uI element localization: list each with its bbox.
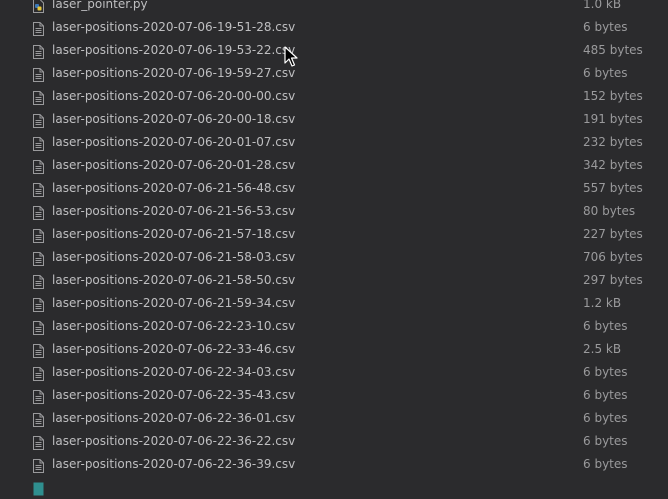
file-size: 232 bytes	[583, 135, 643, 149]
file-size: 6 bytes	[583, 319, 628, 333]
file-row[interactable]: laser-positions-2020-07-06-22-23-10.csv 6…	[0, 315, 668, 338]
file-size: 706 bytes	[583, 250, 643, 264]
document-icon	[33, 275, 44, 289]
file-row[interactable]: laser-positions-2020-07-06-19-53-22.csv 4…	[0, 39, 668, 62]
file-row[interactable]: laser-positions-2020-07-06-19-59-27.csv 6…	[0, 62, 668, 85]
file-name: laser_pointer.py	[52, 0, 148, 11]
file-size: 342 bytes	[583, 158, 643, 172]
python-file-icon	[33, 0, 44, 13]
file-name: laser-positions-2020-07-06-21-58-50.csv	[52, 273, 296, 287]
file-row[interactable]: laser-positions-2020-07-06-21-59-34.csv 1…	[0, 292, 668, 315]
file-name: laser-positions-2020-07-06-21-56-53.csv	[52, 204, 296, 218]
file-row[interactable]: laser-positions-2020-07-06-22-36-39.csv 6…	[0, 453, 668, 476]
file-size: 6 bytes	[583, 411, 628, 425]
file-row[interactable]: laser-positions-2020-07-06-22-33-46.csv 2…	[0, 338, 668, 361]
file-name: laser-positions-2020-07-06-21-58-03.csv	[52, 250, 296, 264]
mouse-pointer-icon	[284, 46, 298, 68]
file-name: laser-positions-2020-07-06-19-51-28.csv	[52, 20, 296, 34]
file-row[interactable]: laser-positions-2020-07-06-19-51-28.csv 6…	[0, 16, 668, 39]
file-name: laser-positions-2020-07-06-22-33-46.csv	[52, 342, 296, 356]
file-name: laser-positions-2020-07-06-22-34-03.csv	[52, 365, 296, 379]
file-size: 2.5 kB	[583, 342, 622, 356]
file-size: 1.0 kB	[583, 0, 622, 11]
file-row[interactable]	[0, 476, 668, 499]
document-icon	[33, 160, 44, 174]
document-icon	[33, 68, 44, 82]
file-row[interactable]: laser-positions-2020-07-06-20-00-18.csv 1…	[0, 108, 668, 131]
document-icon	[33, 22, 44, 36]
file-row[interactable]: laser-positions-2020-07-06-22-36-22.csv 6…	[0, 430, 668, 453]
file-size: 1.2 kB	[583, 296, 622, 310]
file-size: 485 bytes	[583, 43, 643, 57]
file-name: laser-positions-2020-07-06-22-35-43.csv	[52, 388, 296, 402]
file-row[interactable]: laser-positions-2020-07-06-21-57-18.csv 2…	[0, 223, 668, 246]
file-size: 6 bytes	[583, 66, 628, 80]
file-row[interactable]: laser-positions-2020-07-06-21-56-53.csv 8…	[0, 200, 668, 223]
file-size: 191 bytes	[583, 112, 643, 126]
document-icon	[33, 183, 44, 197]
file-row[interactable]: laser-positions-2020-07-06-20-01-28.csv 3…	[0, 154, 668, 177]
file-size: 557 bytes	[583, 181, 643, 195]
document-icon	[33, 206, 44, 220]
file-name: laser-positions-2020-07-06-20-00-18.csv	[52, 112, 296, 126]
file-row[interactable]: laser-positions-2020-07-06-22-35-43.csv 6…	[0, 384, 668, 407]
document-icon	[33, 45, 44, 59]
file-size: 6 bytes	[583, 434, 628, 448]
document-icon	[33, 137, 44, 151]
file-size: 6 bytes	[583, 388, 628, 402]
file-name: laser-positions-2020-07-06-19-59-27.csv	[52, 66, 296, 80]
file-row[interactable]: laser_pointer.py 1.0 kB	[0, 0, 668, 16]
file-size: 6 bytes	[583, 20, 628, 34]
document-icon	[33, 91, 44, 105]
document-icon	[33, 390, 44, 404]
file-name: laser-positions-2020-07-06-21-59-34.csv	[52, 296, 296, 310]
document-icon	[33, 252, 44, 266]
file-size: 297 bytes	[583, 273, 643, 287]
file-row[interactable]: laser-positions-2020-07-06-22-34-03.csv 6…	[0, 361, 668, 384]
file-name: laser-positions-2020-07-06-20-01-28.csv	[52, 158, 296, 172]
document-icon	[33, 459, 44, 473]
file-name: laser-positions-2020-07-06-21-57-18.csv	[52, 227, 296, 241]
file-size: 6 bytes	[583, 457, 628, 471]
document-icon	[33, 367, 44, 381]
document-icon	[33, 344, 44, 358]
document-icon	[33, 298, 44, 312]
file-size: 80 bytes	[583, 204, 636, 218]
document-icon	[33, 436, 44, 450]
generic-file-icon	[33, 482, 44, 496]
file-name: laser-positions-2020-07-06-22-36-39.csv	[52, 457, 296, 471]
file-size: 227 bytes	[583, 227, 643, 241]
file-name: laser-positions-2020-07-06-19-53-22.csv	[52, 43, 296, 57]
file-row[interactable]: laser-positions-2020-07-06-20-01-07.csv 2…	[0, 131, 668, 154]
file-name: laser-positions-2020-07-06-22-23-10.csv	[52, 319, 296, 333]
file-row[interactable]: laser-positions-2020-07-06-21-58-50.csv 2…	[0, 269, 668, 292]
file-size: 6 bytes	[583, 365, 628, 379]
file-row[interactable]: laser-positions-2020-07-06-21-58-03.csv 7…	[0, 246, 668, 269]
file-row[interactable]: laser-positions-2020-07-06-21-56-48.csv 5…	[0, 177, 668, 200]
file-row[interactable]: laser-positions-2020-07-06-20-00-00.csv 1…	[0, 85, 668, 108]
file-name: laser-positions-2020-07-06-20-00-00.csv	[52, 89, 296, 103]
file-size: 152 bytes	[583, 89, 643, 103]
file-name: laser-positions-2020-07-06-21-56-48.csv	[52, 181, 296, 195]
document-icon	[33, 114, 44, 128]
file-row[interactable]: laser-positions-2020-07-06-22-36-01.csv 6…	[0, 407, 668, 430]
file-list: laser_pointer.py 1.0 kB laser-positions-20…	[0, 0, 668, 499]
document-icon	[33, 321, 44, 335]
file-name: laser-positions-2020-07-06-20-01-07.csv	[52, 135, 296, 149]
file-name: laser-positions-2020-07-06-22-36-01.csv	[52, 411, 296, 425]
file-name: laser-positions-2020-07-06-22-36-22.csv	[52, 434, 296, 448]
document-icon	[33, 413, 44, 427]
document-icon	[33, 229, 44, 243]
